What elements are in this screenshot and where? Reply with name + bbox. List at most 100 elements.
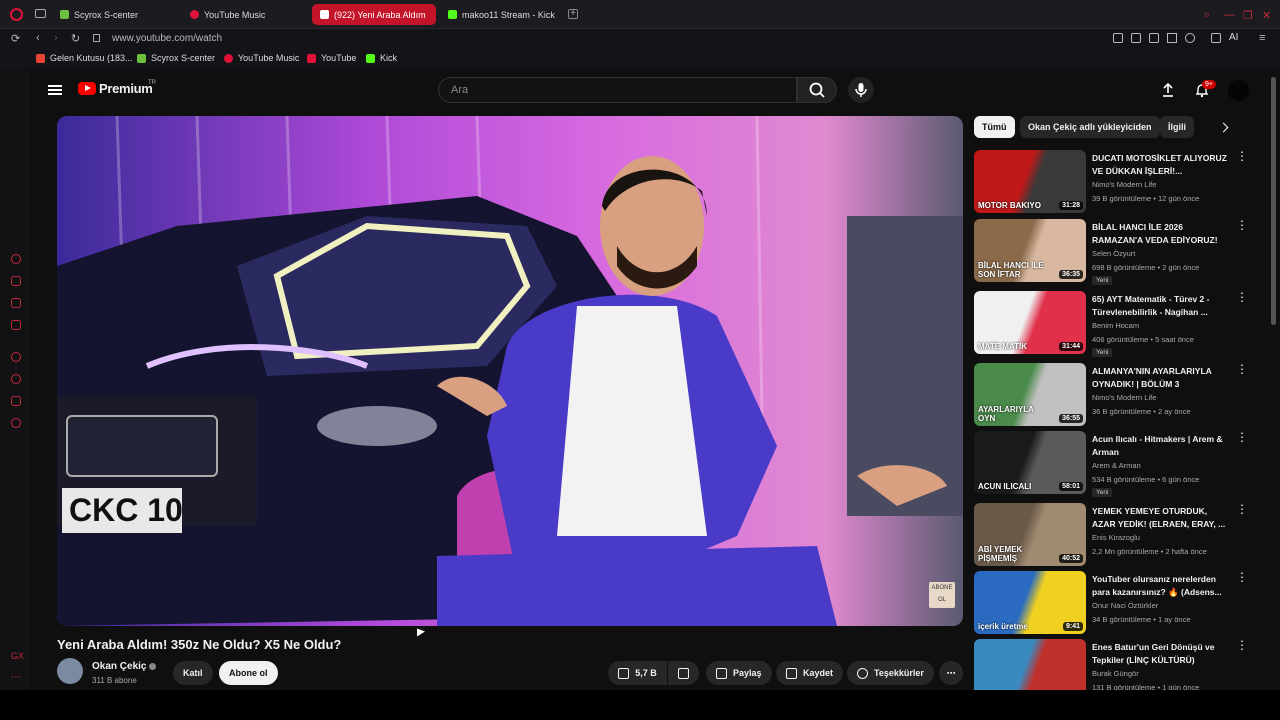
channel-avatar[interactable] [57,658,83,684]
video-thumbnail[interactable]: MATE MATİK 31:44 [974,291,1086,354]
more-icon[interactable]: ⋯ [11,672,21,683]
channel-name[interactable]: Okan Çekiç [92,661,157,672]
kebab-menu-icon[interactable]: ⋮ [1236,431,1248,443]
video-player[interactable]: CKC 10 ABONE OL [57,116,963,626]
url-field[interactable]: www.youtube.com/watch [112,33,222,44]
save-button[interactable]: Kaydet [776,661,844,685]
bookmark-item[interactable]: Scyrox S-center [137,53,215,63]
chip-related[interactable]: İlgili [1160,116,1194,138]
recommendation-title[interactable]: Acun Ilıcalı - Hitmakers | Arem & Arman [1092,433,1232,459]
bookmark-item[interactable]: Gelen Kutusu (183... [36,53,133,63]
recommendation-item[interactable]: Enes Batur'un Geri Dönüşü ve Tepkiler (L… [974,639,1264,690]
upload-icon[interactable] [1160,82,1176,98]
browser-tab-active[interactable]: (922) Yeni Araba Aldım [312,4,436,25]
subscribe-watermark[interactable]: ABONE OL [929,582,955,608]
recommendation-channel[interactable]: Benim Hocam [1092,321,1139,330]
share-button[interactable]: Paylaş [706,661,772,685]
extension-icon[interactable] [1113,33,1123,43]
forward-icon[interactable]: › [54,32,58,44]
messenger-icon[interactable] [11,254,21,264]
kebab-menu-icon[interactable]: ⋮ [1236,150,1248,162]
settings-icon[interactable] [11,418,21,428]
recommendation-item[interactable]: MATE MATİK 31:44 65) AYT Matematik - Türev… [974,291,1264,357]
browser-tab[interactable]: makoo11 Stream - Kick [440,4,562,25]
voice-search-button[interactable] [848,77,874,103]
recommendation-channel[interactable]: Onur Naci Öztürkler [1092,601,1158,610]
kebab-menu-icon[interactable]: ⋮ [1236,503,1248,515]
recommendation-item[interactable]: AYARLARIYLA OYN 36:55 ALMANYA'NIN AYARLARI… [974,363,1264,427]
join-button[interactable]: Katıl [173,661,213,685]
recommendation-item[interactable]: ACUN ILICALI 58:01 Acun Ilıcalı - Hitmaker… [974,431,1264,497]
account-avatar[interactable] [1228,80,1249,101]
kebab-menu-icon[interactable]: ⋮ [1236,571,1248,583]
hamburger-menu-icon[interactable] [48,85,62,95]
ai-button[interactable]: AI [1229,32,1238,43]
chevron-right-icon[interactable] [1218,122,1229,133]
video-thumbnail[interactable]: MOTOR BAKIYO 31:28 [974,150,1086,213]
back-icon[interactable]: ‹ [36,32,40,44]
maximize-icon[interactable]: ❐ [1243,9,1253,22]
recommendation-channel[interactable]: Arem & Arman [1092,461,1141,470]
recommendation-item[interactable]: ABİ YEMEK PİŞMEMİŞ 40:52 YEMEK YEMEYE OTUR… [974,503,1264,567]
recommendation-channel[interactable]: Nimo's Modern Life [1092,180,1156,189]
recommendation-channel[interactable]: Nimo's Modern Life [1092,393,1156,402]
shield-icon[interactable] [1149,33,1159,43]
youtube-premium-logo[interactable]: Premium TR [78,80,156,96]
more-actions-button[interactable]: ⋯ [939,661,963,685]
opera-logo-icon[interactable] [10,8,23,21]
close-icon[interactable]: ✕ [1262,9,1271,22]
recommendation-channel[interactable]: Burak Güngör [1092,669,1139,678]
lock-icon[interactable] [93,34,100,42]
recommendation-title[interactable]: YEMEK YEMEYE OTURDUK, AZAR YEDİK! (ELRAE… [1092,505,1232,531]
recommendation-title[interactable]: BİLAL HANCI İLE 2026 RAMAZAN'A VEDA EDİY… [1092,221,1232,247]
gx-icon[interactable]: GX [11,651,24,661]
bookmark-item[interactable]: YouTube Music [224,53,299,63]
chip-from-uploader[interactable]: Okan Çekiç adlı yükleyiciden [1020,116,1160,138]
recommendation-item[interactable]: BİLAL HANCI İLE SON İFTAR 36:35 BİLAL HANC… [974,219,1264,285]
extensions-icon[interactable] [11,396,21,406]
tab-overview-icon[interactable] [35,9,46,18]
search-input[interactable]: Ara [438,77,797,103]
notes-icon[interactable] [11,298,21,308]
browser-tab[interactable]: YouTube Music [182,4,308,25]
bookmark-item[interactable]: Kick [366,53,397,63]
kebab-menu-icon[interactable]: ⋮ [1236,639,1248,651]
scrollbar[interactable] [1271,77,1276,325]
games-icon[interactable] [11,276,21,286]
snapshot-icon[interactable] [1131,33,1141,43]
recommendation-title[interactable]: ALMANYA'NIN AYARLARIYLA OYNADIK! | BÖLÜM… [1092,365,1232,391]
heart-icon[interactable] [1185,33,1195,43]
new-tab-button[interactable]: + [568,9,578,19]
player-sidebar-icon[interactable] [11,352,21,362]
minimize-icon[interactable]: — [1224,9,1235,21]
gmail-sidebar-icon[interactable] [11,320,21,330]
thanks-button[interactable]: Teşekkürler [847,661,934,685]
video-thumbnail[interactable]: ACUN ILICALI 58:01 [974,431,1086,494]
kebab-menu-icon[interactable]: ⋮ [1236,291,1248,303]
player-icon[interactable] [1167,33,1177,43]
recommendation-title[interactable]: DUCATI MOTOSİKLET ALIYORUZ VE DÜKKAN İŞL… [1092,152,1232,178]
reload-icon[interactable]: ↻ [71,32,80,45]
browser-tab[interactable]: Scyrox S-center [52,4,178,25]
recommendation-title[interactable]: Enes Batur'un Geri Dönüşü ve Tepkiler (L… [1092,641,1232,667]
menu-icon[interactable]: ≡ [1259,32,1265,44]
recommendation-channel[interactable]: Enis Kirazoglu [1092,533,1140,542]
recommendation-item[interactable]: içerik üretme 9:41 YouTuber olursanız nere… [974,571,1264,635]
profile-icon[interactable] [1211,33,1221,43]
kebab-menu-icon[interactable]: ⋮ [1236,363,1248,375]
video-thumbnail[interactable] [974,639,1086,690]
recommendation-title[interactable]: YouTuber olursanız nerelerden para kazan… [1092,573,1232,599]
chip-all[interactable]: Tümü [974,116,1015,138]
sync-icon[interactable]: ⟳ [11,32,20,45]
dislike-button[interactable] [668,661,699,685]
video-thumbnail[interactable]: ABİ YEMEK PİŞMEMİŞ 40:52 [974,503,1086,566]
recommendation-item[interactable]: MOTOR BAKIYO 31:28 DUCATI MOTOSİKLET ALIYO… [974,150,1264,214]
video-thumbnail[interactable]: AYARLARIYLA OYN 36:55 [974,363,1086,426]
bookmark-item[interactable]: YouTube [307,53,356,63]
history-icon[interactable] [11,374,21,384]
subscribe-button[interactable]: Abone ol [219,661,278,685]
recommendation-title[interactable]: 65) AYT Matematik - Türev 2 - Türevleneb… [1092,293,1232,319]
search-tabs-icon[interactable]: ⌕ [1204,9,1210,22]
kebab-menu-icon[interactable]: ⋮ [1236,219,1248,231]
search-button[interactable] [797,77,837,103]
